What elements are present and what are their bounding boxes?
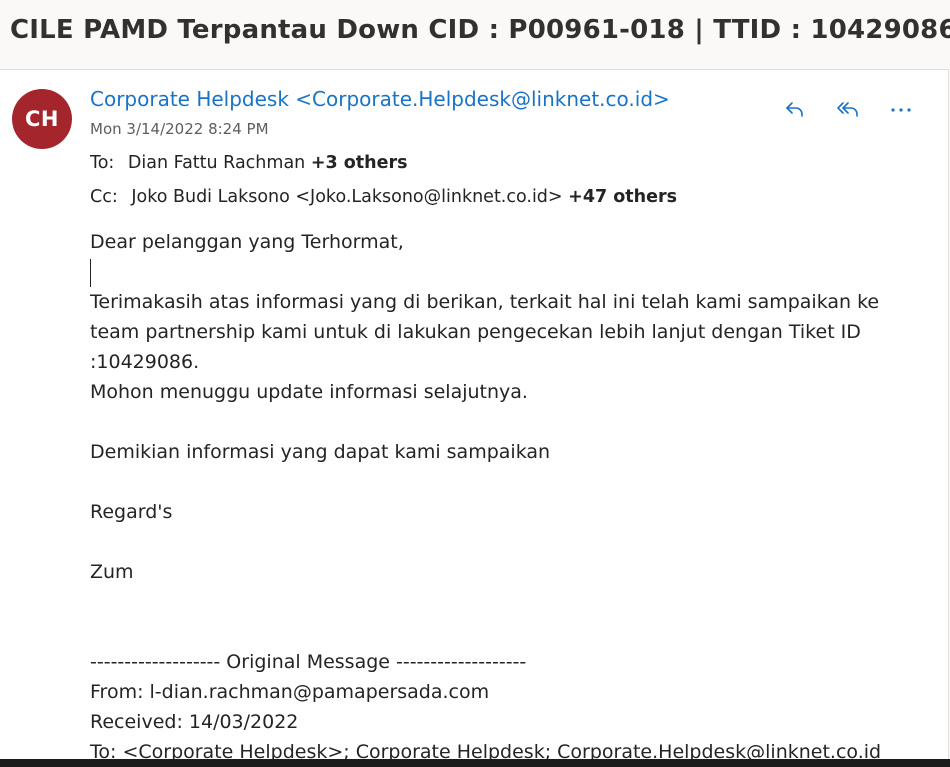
body-closing: Demikian informasi yang dapat kami sampa… [90,441,551,463]
original-from: From: l-dian.rachman@pamapersada.com [90,681,490,703]
cc-more-recipients[interactable]: +47 others [568,187,677,207]
message-card: CH Corporate Helpdesk <Corporate.Helpdes… [0,69,949,760]
sender-avatar[interactable]: CH [12,89,72,149]
reply-button[interactable] [780,94,810,124]
more-options-icon [891,108,911,112]
body-line-4: Mohon menuggu update informasi selajutny… [90,381,528,403]
window-bottom-edge [0,759,950,767]
sender-name[interactable]: Corporate Helpdesk <Corporate.Helpdesk@l… [90,87,670,111]
original-received: Received: 14/03/2022 [90,711,299,733]
text-cursor-line [90,257,910,287]
to-recipient[interactable]: Dian Fattu Rachman [128,153,305,173]
body-line-1: Terimakasih atas informasi yang di berik… [90,291,880,313]
original-message-header: ------------------- Original Message ---… [90,651,527,673]
original-to: To: <Corporate Helpdesk>; Corporate Help… [90,741,882,760]
message-actions [780,94,920,124]
cc-label: Cc: [90,187,118,207]
body-line-3: :10429086. [90,351,200,373]
cc-recipient[interactable]: Joko Budi Laksono <Joko.Laksono@linknet.… [131,187,562,207]
email-subject: CILE PAMD Terpantau Down CID : P00961-01… [10,15,950,45]
body-signature: Zum [90,561,134,583]
reply-all-button[interactable] [834,94,864,124]
body-line-2: team partnership kami untuk di lakukan p… [90,321,861,343]
body-greeting: Dear pelanggan yang Terhormat, [90,231,404,253]
body-regards: Regard's [90,501,173,523]
reply-all-icon [837,102,858,117]
more-options-button[interactable] [886,94,916,124]
to-line: To: Dian Fattu Rachman +3 others [90,153,408,173]
text-cursor [90,258,91,287]
cc-line: Cc: Joko Budi Laksono <Joko.Laksono@link… [90,187,677,207]
subject-bar: CILE PAMD Terpantau Down CID : P00961-01… [0,0,950,69]
to-more-recipients[interactable]: +3 others [311,153,408,173]
sent-date: Mon 3/14/2022 8:24 PM [90,120,269,138]
message-body[interactable]: Dear pelanggan yang Terhormat, Terimakas… [90,227,910,760]
to-label: To: [90,153,115,173]
reply-icon [786,102,803,117]
